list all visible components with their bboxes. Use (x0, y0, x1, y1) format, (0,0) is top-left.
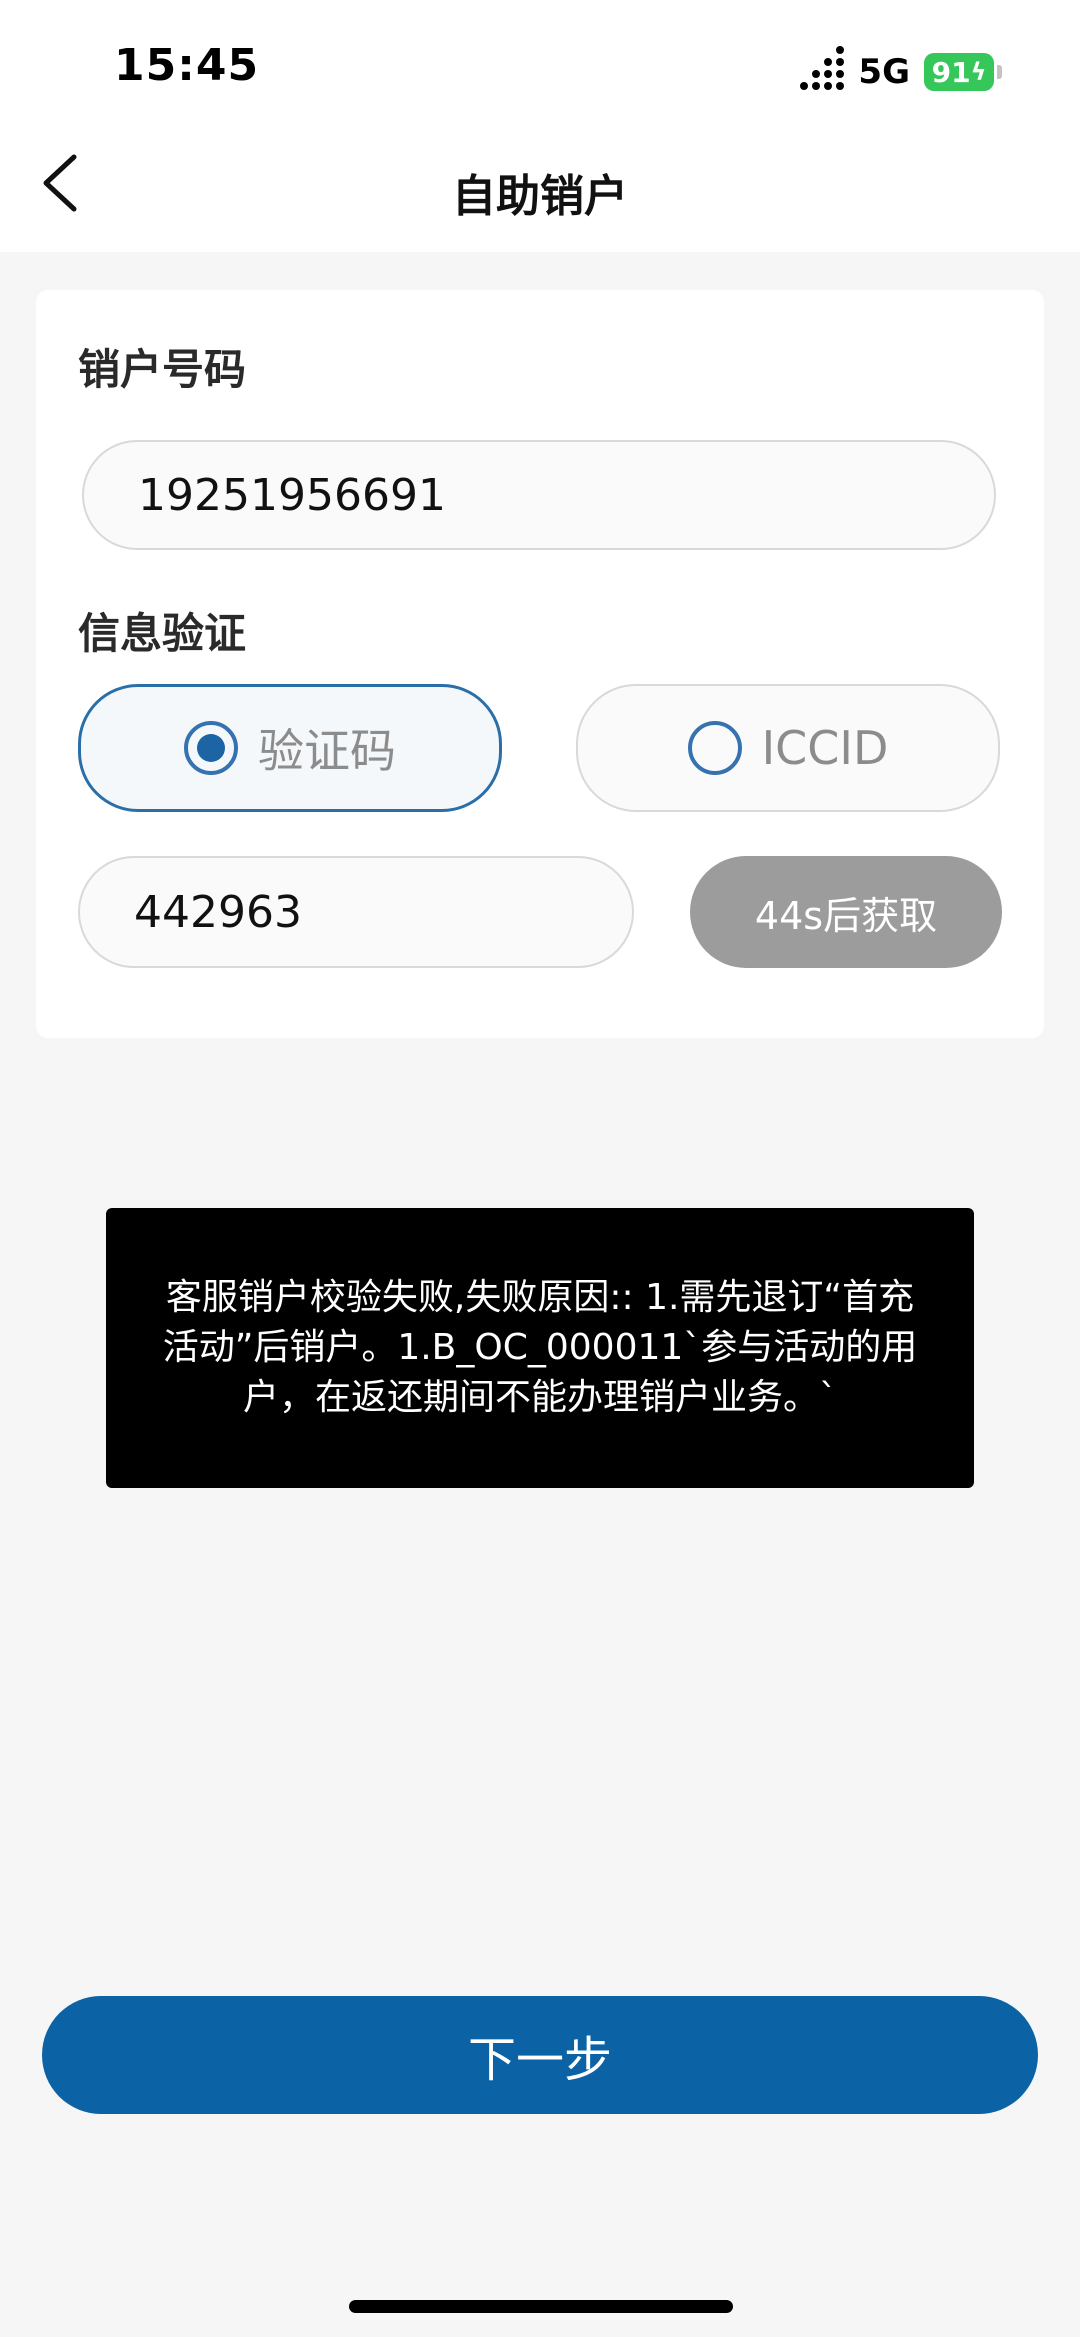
radio-option-iccid[interactable]: ICCID (576, 684, 1000, 812)
get-code-button[interactable]: 44s后获取 (690, 856, 1002, 968)
code-input[interactable]: 442963 (78, 856, 634, 968)
radio-option-label: 验证码 (258, 724, 396, 778)
toast-message: 客服销户校验失败,失败原因:: 1.需先退订“首充活动”后销户。1.B_OC_0… (162, 1277, 918, 1418)
error-toast: 客服销户校验失败,失败原因:: 1.需先退订“首充活动”后销户。1.B_OC_0… (106, 1208, 974, 1488)
page: 15:45 5G 91 ϟ 自助销户 销户号码 19251956691 信息验证… (0, 0, 1080, 2337)
page-title: 自助销户 (452, 171, 628, 222)
battery-icon: 91 ϟ (924, 53, 1002, 91)
home-indicator[interactable] (349, 2300, 733, 2313)
battery-level: 91 (931, 55, 971, 89)
code-value: 442963 (134, 886, 302, 938)
form-card: 销户号码 19251956691 信息验证 验证码 ICCID 442963 4… (36, 290, 1044, 1038)
radio-selected-icon (184, 721, 238, 775)
top-bar: 15:45 5G 91 ϟ 自助销户 (0, 0, 1080, 252)
verify-label: 信息验证 (78, 609, 247, 658)
signal-icon (800, 46, 845, 90)
network-type: 5G (858, 52, 910, 92)
status-time: 15:45 (114, 40, 260, 91)
radio-option-label: ICCID (761, 721, 889, 775)
number-input[interactable]: 19251956691 (82, 440, 996, 550)
number-value: 19251956691 (138, 469, 446, 521)
radio-unselected-icon (687, 721, 742, 775)
status-icons: 5G 91 ϟ (800, 46, 1002, 94)
radio-option-code[interactable]: 验证码 (78, 684, 502, 812)
next-button[interactable]: 下一步 (42, 1996, 1038, 2114)
number-label: 销户号码 (78, 345, 247, 394)
